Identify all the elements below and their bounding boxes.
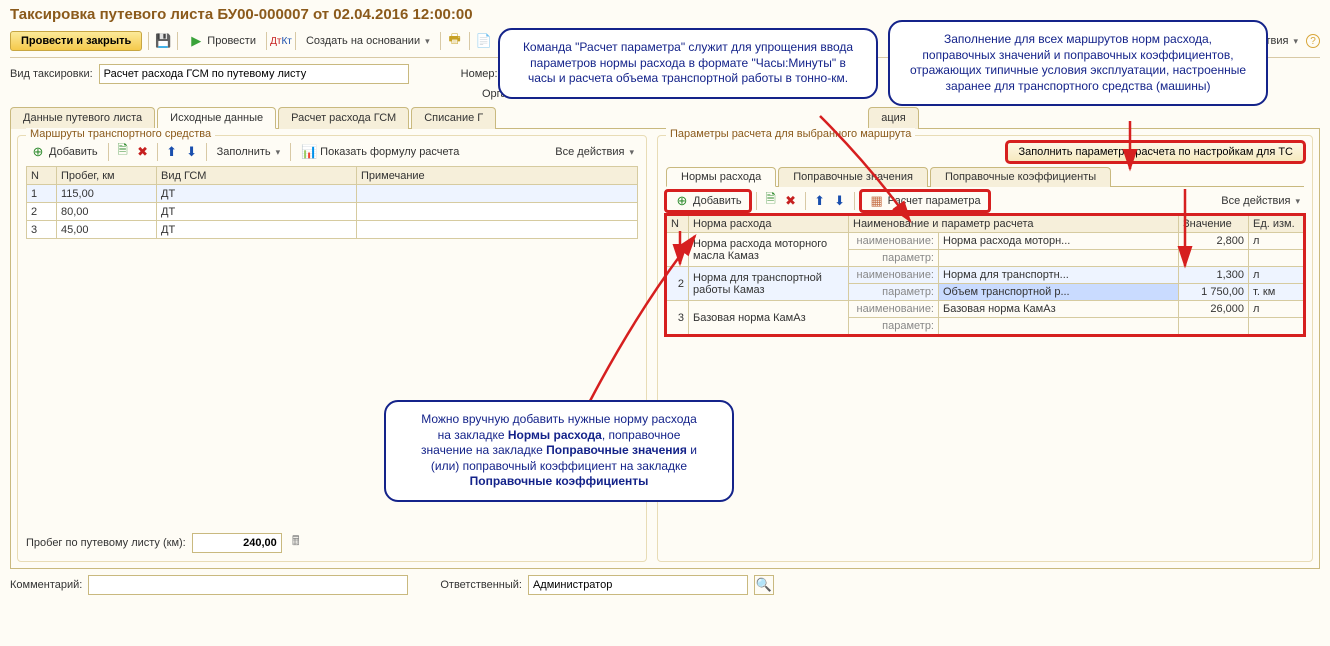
main-tabs: Данные путевого листа Исходные данные Ра… bbox=[10, 106, 1320, 129]
report-icon[interactable]: 📄 bbox=[476, 33, 492, 49]
subtab-corrvals[interactable]: Поправочные значения bbox=[778, 167, 928, 187]
routes-table[interactable]: N Пробег, км Вид ГСМ Примечание 1115,00Д… bbox=[26, 166, 638, 239]
comment-input[interactable] bbox=[88, 575, 408, 595]
move-down-icon[interactable]: ⬇ bbox=[832, 193, 848, 209]
table-row[interactable]: 280,00ДТ bbox=[27, 203, 638, 221]
tax-type-label: Вид таксировки: bbox=[10, 68, 93, 80]
move-up-icon[interactable]: ⬆ bbox=[812, 193, 828, 209]
tab-data[interactable]: Данные путевого листа bbox=[10, 107, 155, 129]
routes-add-button[interactable]: ⊕ Добавить bbox=[26, 142, 102, 162]
tax-type-input[interactable] bbox=[99, 64, 409, 84]
fill-dropdown[interactable]: Заполнить bbox=[213, 144, 285, 160]
move-up-icon[interactable]: ⬆ bbox=[164, 144, 180, 160]
subtab-norms[interactable]: Нормы расхода bbox=[666, 167, 776, 187]
number-label: Номер: bbox=[461, 68, 498, 80]
create-based-dropdown[interactable]: Создать на основании bbox=[302, 33, 434, 49]
print-icon[interactable]: 🖶 bbox=[447, 33, 463, 49]
fill-params-button[interactable]: Заполнить параметры расчета по настройка… bbox=[1007, 142, 1304, 162]
responsible-input[interactable] bbox=[528, 575, 748, 595]
save-icon[interactable]: 💾 bbox=[155, 33, 171, 49]
table-row[interactable]: 1115,00ДТ bbox=[27, 185, 638, 203]
mileage-label: Пробег по путевому листу (км): bbox=[26, 537, 186, 549]
routes-all-actions[interactable]: Все действия bbox=[551, 144, 638, 160]
search-icon[interactable]: 🔍 bbox=[754, 575, 774, 595]
grid-icon: ▦ bbox=[869, 193, 885, 209]
copy-icon[interactable]: 🗎 bbox=[763, 193, 779, 209]
run-button[interactable]: ▶ Провести bbox=[184, 31, 260, 51]
delete-icon[interactable]: ✖ bbox=[783, 193, 799, 209]
table-row[interactable]: 1 Норма расхода моторного масла Камаз на… bbox=[667, 233, 1304, 250]
run-icon: ▶ bbox=[188, 33, 204, 49]
table-row[interactable]: 2 Норма для транспортной работы Камаз на… bbox=[667, 267, 1304, 284]
delete-icon[interactable]: ✖ bbox=[135, 144, 151, 160]
callout-calc-param: Команда "Расчет параметра" служит для уп… bbox=[498, 28, 878, 99]
norms-table[interactable]: N Норма расхода Наименование и параметр … bbox=[666, 215, 1304, 335]
params-legend: Параметры расчета для выбранного маршрут… bbox=[666, 128, 915, 140]
dtkt-icon[interactable]: ДтКт bbox=[273, 33, 289, 49]
callout-fill-params: Заполнение для всех маршрутов норм расхо… bbox=[888, 20, 1268, 106]
copy-icon[interactable]: 🗎 bbox=[115, 144, 131, 160]
comment-label: Комментарий: bbox=[10, 579, 82, 591]
responsible-label: Ответственный: bbox=[440, 579, 522, 591]
add-icon: ⊕ bbox=[30, 144, 46, 160]
help-icon[interactable]: ? bbox=[1306, 34, 1320, 48]
routes-legend: Маршруты транспортного средства bbox=[26, 128, 215, 140]
tab-calc[interactable]: Расчет расхода ГСМ bbox=[278, 107, 409, 129]
calc-param-button[interactable]: ▦ Расчет параметра bbox=[861, 191, 989, 211]
add-icon: ⊕ bbox=[674, 193, 690, 209]
norms-add-button[interactable]: ⊕ Добавить bbox=[666, 191, 750, 211]
formula-icon: 📊 bbox=[301, 144, 317, 160]
norms-all-actions[interactable]: Все действия bbox=[1217, 193, 1304, 209]
run-and-close-button[interactable]: Провести и закрыть bbox=[10, 31, 142, 51]
move-down-icon[interactable]: ⬇ bbox=[184, 144, 200, 160]
table-row[interactable]: 3 Базовая норма КамАз наименование: Базо… bbox=[667, 301, 1304, 318]
tab-source[interactable]: Исходные данные bbox=[157, 107, 276, 129]
mileage-input[interactable] bbox=[192, 533, 282, 553]
tab-writeoff[interactable]: Списание Г bbox=[411, 107, 496, 129]
table-row[interactable]: 345,00ДТ bbox=[27, 221, 638, 239]
calc-icon[interactable]: 🖩 bbox=[288, 535, 304, 551]
subtab-corrfactors[interactable]: Поправочные коэффициенты bbox=[930, 167, 1111, 187]
callout-manual-add: Можно вручную добавить нужные норму расх… bbox=[384, 400, 734, 502]
tab-ation[interactable]: ация bbox=[868, 107, 919, 129]
show-formula-button[interactable]: 📊 Показать формулу расчета bbox=[297, 142, 463, 162]
